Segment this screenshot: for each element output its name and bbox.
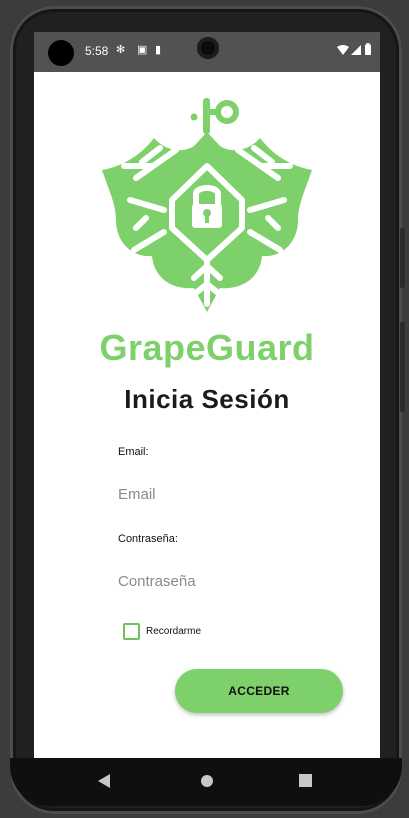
- page-title: Inicia Sesión: [124, 384, 290, 414]
- power-button: [400, 228, 405, 288]
- password-field[interactable]: [114, 565, 322, 597]
- email-label: Email:: [118, 446, 149, 458]
- home-circle-icon[interactable]: [200, 774, 214, 788]
- navigation-bar: [10, 758, 402, 806]
- remember-label: Recordarme: [146, 625, 202, 637]
- password-label: Contraseña:: [118, 533, 178, 545]
- back-triangle-icon[interactable]: [98, 774, 110, 788]
- recents-square-icon[interactable]: [299, 774, 312, 787]
- status-bar: 5:58 ✻ ▣ ▮: [34, 32, 380, 72]
- app-screen: 5:58 ✻ ▣ ▮ GrapeGuard Inicia Sesión Emai…: [34, 32, 380, 760]
- status-time: 5:58: [85, 44, 109, 58]
- grape-leaf-lock-logo: [102, 98, 312, 312]
- brand-name: GrapeGuard: [99, 327, 315, 368]
- front-camera: [48, 40, 74, 66]
- battery-icon: [365, 43, 371, 55]
- gear-icon: ✻: [116, 44, 126, 56]
- wifi-icon: [337, 45, 349, 55]
- remember-checkbox[interactable]: [123, 622, 140, 640]
- login-button[interactable]: ACCEDER: [175, 669, 343, 713]
- square-notification-icon: ▣: [137, 44, 148, 56]
- sd-card-icon: ▮: [155, 44, 162, 56]
- punch-hole-camera: [197, 37, 219, 59]
- signal-icon: [351, 45, 361, 55]
- email-field[interactable]: [114, 478, 322, 510]
- remember-me[interactable]: Recordarme: [123, 622, 201, 640]
- volume-button: [400, 322, 405, 412]
